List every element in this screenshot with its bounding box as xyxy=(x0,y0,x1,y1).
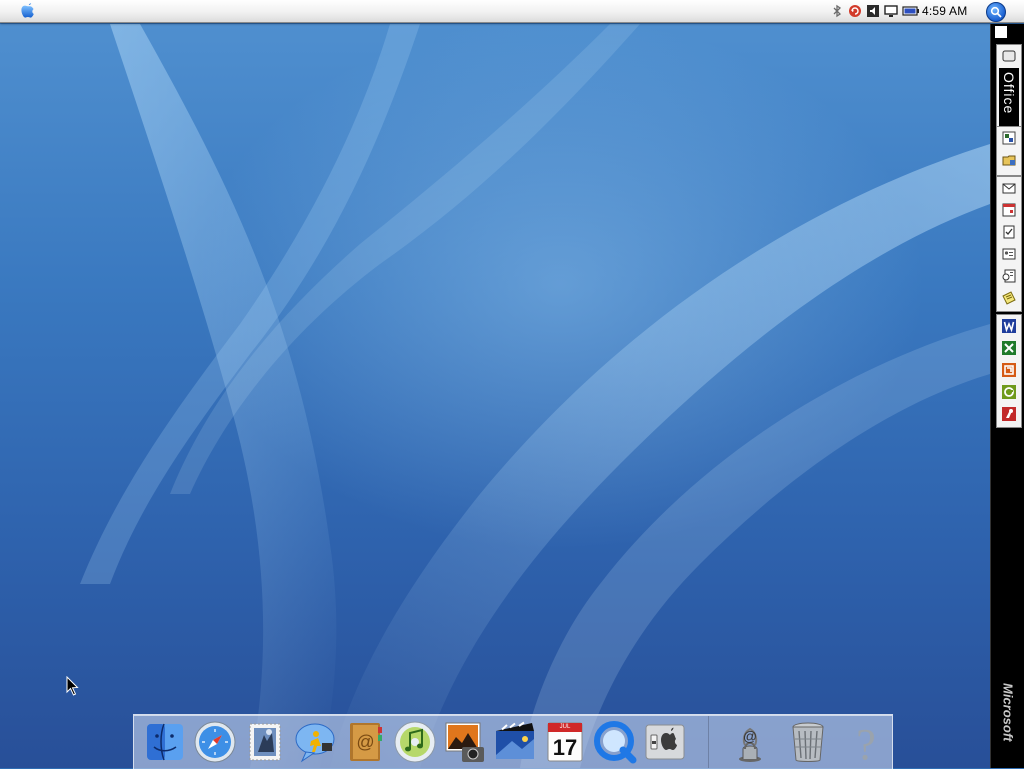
dock-separator xyxy=(708,716,709,768)
project-gallery-icon[interactable] xyxy=(999,128,1019,148)
dock-item-safari[interactable] xyxy=(192,719,238,765)
dock-item-imovie[interactable] xyxy=(492,719,538,765)
trash-icon xyxy=(792,722,824,762)
ical-day: 17 xyxy=(552,735,578,760)
office-open-icon[interactable] xyxy=(999,150,1019,170)
wallpaper-swirl xyxy=(80,24,990,768)
dock-item-internet-connect[interactable]: @ xyxy=(727,719,773,765)
excel-icon[interactable] xyxy=(999,338,1019,358)
dock-item-finder[interactable] xyxy=(142,719,188,765)
internet-connect-icon: @ xyxy=(739,727,761,762)
messenger-icon[interactable] xyxy=(999,404,1019,424)
microsoft-brand-label: Microsoft xyxy=(1000,682,1016,742)
safari-icon xyxy=(194,721,236,763)
office-tab-icon[interactable] xyxy=(999,46,1019,66)
svg-text:@: @ xyxy=(356,732,374,752)
svg-text:?: ? xyxy=(856,720,876,765)
itunes-icon xyxy=(394,721,436,763)
help-icon: ? xyxy=(856,720,876,765)
dock-item-ical[interactable]: JUL 17 xyxy=(542,719,588,765)
desktop-wallpaper[interactable] xyxy=(0,24,990,768)
mail-stamp-icon xyxy=(249,723,281,761)
mail-icon[interactable] xyxy=(999,178,1019,198)
quicktime-icon xyxy=(594,721,637,764)
address-book-icon[interactable] xyxy=(999,266,1019,286)
dock: @ JUL 17 @ ? xyxy=(133,714,893,769)
notes-icon[interactable] xyxy=(999,288,1019,308)
tasks-icon[interactable] xyxy=(999,222,1019,242)
dock-item-itunes[interactable] xyxy=(392,719,438,765)
bluetooth-icon[interactable] xyxy=(830,4,844,18)
office-group-1 xyxy=(996,126,1022,176)
office-group-2 xyxy=(996,176,1022,312)
calendar-icon[interactable] xyxy=(999,200,1019,220)
system-preferences-icon xyxy=(645,724,685,760)
dock-item-mail[interactable] xyxy=(242,719,288,765)
volume-icon[interactable] xyxy=(866,4,880,18)
display-icon[interactable] xyxy=(884,4,898,18)
powerpoint-icon[interactable] xyxy=(999,360,1019,380)
dock-item-trash[interactable] xyxy=(785,719,831,765)
dock-item-help[interactable]: ? xyxy=(843,719,889,765)
entourage-icon[interactable] xyxy=(999,382,1019,402)
word-icon[interactable] xyxy=(999,316,1019,336)
office-toolbar-toggle-icon[interactable] xyxy=(995,26,1007,38)
finder-icon xyxy=(147,723,183,761)
mouse-cursor-icon xyxy=(66,676,79,696)
ical-month: JUL xyxy=(559,724,571,730)
apple-logo-icon[interactable] xyxy=(18,2,38,20)
sync-icon[interactable] xyxy=(848,4,862,18)
office-toolbar: Office Microsoft xyxy=(990,24,1024,768)
ichat-icon xyxy=(295,723,335,763)
svg-text:@: @ xyxy=(743,728,757,744)
contacts-icon[interactable] xyxy=(999,244,1019,264)
dock-item-system-preferences[interactable] xyxy=(642,719,688,765)
menu-extras xyxy=(830,3,920,19)
address-book-icon: @ xyxy=(350,723,382,761)
imovie-icon xyxy=(496,721,534,759)
dock-item-iphoto[interactable] xyxy=(442,719,488,765)
dock-item-address-book[interactable]: @ xyxy=(342,719,388,765)
dock-item-quicktime[interactable] xyxy=(592,719,638,765)
dock-item-ichat[interactable] xyxy=(292,719,338,765)
iphoto-icon xyxy=(445,722,484,762)
menu-clock[interactable]: 4:59 AM xyxy=(922,4,967,18)
battery-icon[interactable] xyxy=(902,4,920,18)
office-group-3 xyxy=(996,314,1022,428)
spotlight-search-icon[interactable] xyxy=(986,2,1006,22)
menu-bar: 4:59 AM xyxy=(0,0,1024,23)
